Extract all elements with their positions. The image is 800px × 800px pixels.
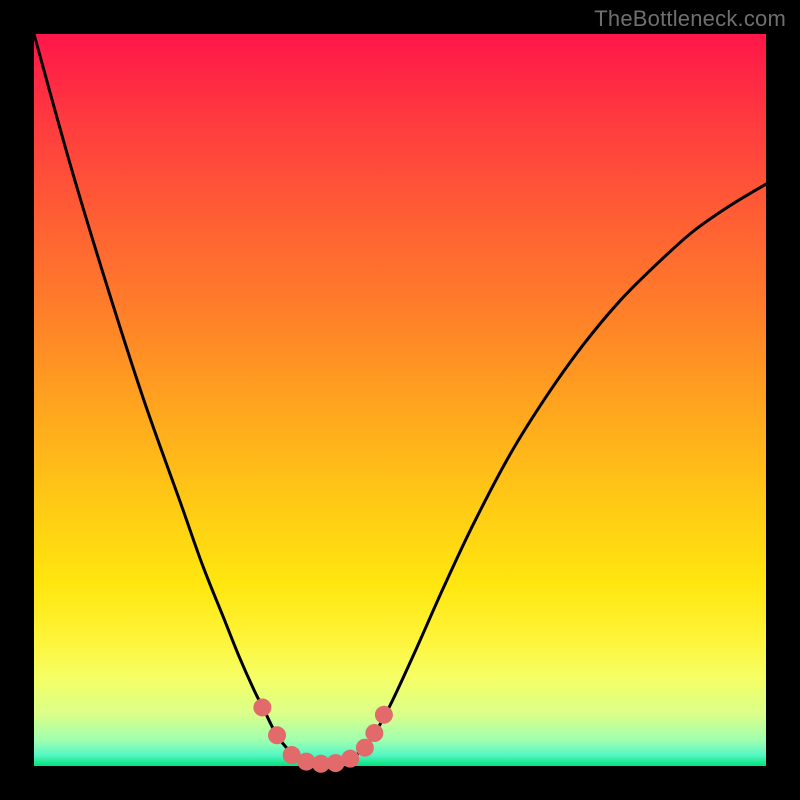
- curve-marker: [268, 726, 286, 744]
- chart-frame: TheBottleneck.com: [0, 0, 800, 800]
- curve-marker: [375, 706, 393, 724]
- bottleneck-curve: [34, 34, 766, 764]
- chart-svg: [34, 34, 766, 766]
- curve-marker: [365, 724, 383, 742]
- curve-marker: [253, 698, 271, 716]
- chart-plot-area: [34, 34, 766, 766]
- watermark-label: TheBottleneck.com: [594, 6, 786, 32]
- curve-marker: [341, 750, 359, 768]
